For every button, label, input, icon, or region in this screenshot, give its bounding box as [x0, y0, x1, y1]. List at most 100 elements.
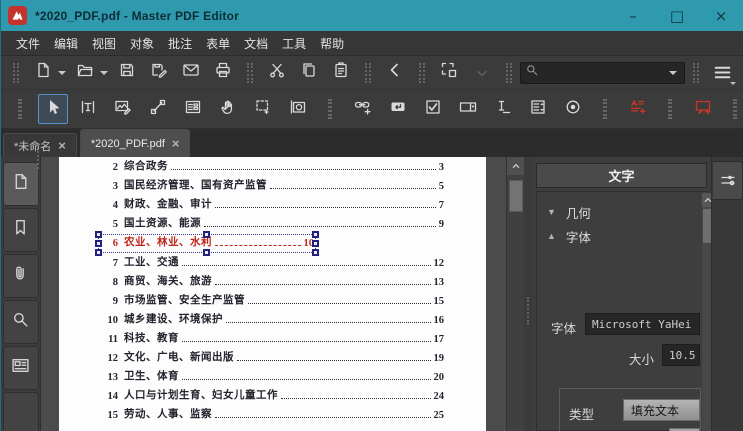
toc-row[interactable]: 12 文化、广电、新闻出版 19 [59, 347, 486, 366]
toc-row[interactable]: 11 科技、教育 17 [59, 328, 486, 347]
font-name-field[interactable]: Microsoft YaHei [585, 313, 700, 335]
toc-entry-number: 13 [107, 372, 119, 384]
menu-item-0[interactable]: 文件 [10, 32, 46, 55]
menu-item-2[interactable]: 视图 [86, 32, 122, 55]
toolbar-grip[interactable] [247, 62, 253, 83]
edit-image-button[interactable] [108, 94, 138, 124]
save-as-button[interactable] [145, 59, 173, 87]
list-box-field-button[interactable] [523, 94, 553, 124]
pdf-page[interactable]: 2 综合政务 3 3 国民经济管理、国有资产监管 5 4 财政、金融、审计 7 5 国土资源、能源 9… [59, 157, 486, 431]
open-folder-dropdown-caret[interactable] [100, 70, 108, 75]
open-folder-button[interactable] [71, 59, 99, 87]
sidebar-extra-button[interactable] [2, 392, 39, 431]
text-selection-box[interactable] [95, 231, 319, 256]
toc-row[interactable]: 14 人口与计划生育、妇女儿童工作 24 [59, 385, 486, 404]
toolbar-grip[interactable] [18, 99, 22, 119]
menu-item-6[interactable]: 文档 [238, 32, 274, 55]
cut-button[interactable] [263, 59, 291, 87]
menu-item-4[interactable]: 批注 [162, 32, 198, 55]
menu-item-5[interactable]: 表单 [200, 32, 236, 55]
document-scrollbar[interactable] [506, 157, 524, 431]
search-input[interactable] [539, 64, 670, 81]
search-document-button[interactable] [2, 300, 39, 344]
new-document-dropdown-caret[interactable] [58, 70, 66, 75]
search-dropdown-caret[interactable] [669, 70, 677, 75]
toolbar-grip[interactable] [693, 62, 699, 83]
selection-handle[interactable] [203, 249, 210, 256]
toolbar-grip[interactable] [13, 62, 19, 83]
edit-text-button[interactable] [73, 94, 103, 124]
minimize-button[interactable]: – [611, 0, 655, 31]
toc-row[interactable]: 2 综合政务 3 [59, 157, 486, 175]
section-geometry[interactable]: ▼ 几何 [537, 200, 708, 224]
scrollbar-thumb[interactable] [509, 180, 523, 212]
toolbar-grip[interactable] [668, 99, 672, 119]
marquee-select-button[interactable] [248, 94, 278, 124]
selection-handle[interactable] [312, 249, 319, 256]
close-button[interactable]: × [699, 0, 743, 31]
selection-handle[interactable] [95, 249, 102, 256]
page-thumbnails-button[interactable] [2, 162, 39, 206]
font-size-field[interactable]: 10.5 [662, 344, 700, 366]
toolbar-grip[interactable] [365, 62, 371, 83]
overflow-menu-button[interactable] [707, 60, 737, 86]
selection-handle[interactable] [95, 231, 102, 238]
properties-panel-tab[interactable] [713, 161, 743, 200]
email-button[interactable] [177, 59, 205, 87]
edit-text-annotation-button[interactable] [623, 94, 653, 124]
paste-button[interactable] [327, 59, 355, 87]
toc-row[interactable]: 10 城乡建设、环境保护 16 [59, 309, 486, 328]
section-font[interactable]: ▲ 字体 [537, 224, 708, 248]
scroll-up-button[interactable] [507, 157, 524, 175]
toc-row[interactable]: 13 卫生、体育 20 [59, 366, 486, 385]
radio-button-field-button[interactable] [558, 94, 588, 124]
text-type-dropdown[interactable]: 填充文本 [623, 399, 700, 421]
toolbar-grip[interactable] [419, 62, 425, 83]
selection-handle[interactable] [95, 240, 102, 247]
search-box[interactable] [520, 61, 685, 84]
combo-box-field-button[interactable] [453, 94, 483, 124]
copy-button[interactable] [295, 59, 323, 87]
toc-row[interactable]: 15 劳动、人事、监察 25 [59, 404, 486, 423]
text-field-button[interactable] [488, 94, 518, 124]
toolbar-grip[interactable] [506, 62, 512, 83]
save-button[interactable] [113, 59, 141, 87]
tab-close-icon[interactable]: × [58, 139, 66, 152]
panel-splitter[interactable] [524, 157, 532, 431]
maximize-button[interactable]: □ [655, 0, 699, 31]
menu-item-8[interactable]: 帮助 [314, 32, 350, 55]
edit-path-button[interactable] [143, 94, 173, 124]
selection-handle[interactable] [312, 231, 319, 238]
toc-row[interactable]: 8 商贸、海关、旅游 13 [59, 271, 486, 290]
selection-handle[interactable] [203, 231, 210, 238]
add-link-button[interactable] [348, 94, 378, 124]
form-fields-button[interactable] [2, 346, 39, 390]
checkbox-field-button[interactable] [418, 94, 448, 124]
toolbar-grip[interactable] [733, 99, 737, 119]
snapshot-camera-button[interactable] [283, 94, 313, 124]
toolbar-grip[interactable] [328, 99, 332, 119]
attachments-button[interactable] [2, 254, 39, 298]
toc-row[interactable]: 5 国土资源、能源 9 [59, 213, 486, 232]
toc-row[interactable]: 7 工业、交通 12 [59, 251, 486, 270]
print-button[interactable] [209, 59, 237, 87]
hand-pan-button[interactable] [213, 94, 243, 124]
menu-item-7[interactable]: 工具 [276, 32, 312, 55]
menu-item-1[interactable]: 编辑 [48, 32, 84, 55]
menu-item-3[interactable]: 对象 [124, 32, 160, 55]
bookmarks-button[interactable] [2, 208, 39, 252]
toc-row[interactable]: 9 市场监管、安全生产监管 15 [59, 290, 486, 309]
select-arrow-button[interactable] [37, 94, 68, 124]
screen-capture-button[interactable] [435, 59, 463, 87]
new-document-button[interactable] [29, 59, 57, 87]
toolbar-grip[interactable] [603, 99, 607, 119]
push-button-field-button[interactable] [383, 94, 413, 124]
edit-form-button[interactable] [178, 94, 208, 124]
selection-handle[interactable] [312, 240, 319, 247]
tab-close-icon[interactable]: × [172, 137, 180, 150]
sticky-note-button[interactable] [688, 94, 718, 124]
toc-row[interactable]: 4 财政、金融、审计 7 [59, 194, 486, 213]
toc-row[interactable]: 3 国民经济管理、国有资产监管 5 [59, 175, 486, 194]
document-tab-1[interactable]: *2020_PDF.pdf × [79, 129, 191, 157]
back-button[interactable] [381, 59, 409, 87]
